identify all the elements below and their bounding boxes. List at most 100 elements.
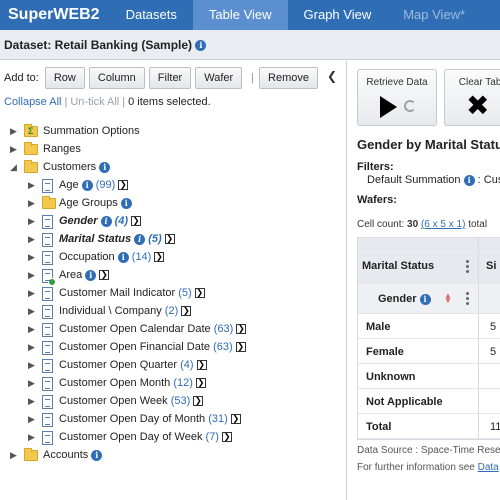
tree-item-gender[interactable]: ▶ Gender i (4) ❯ [0,213,340,231]
expand-values-icon[interactable]: ❯ [118,180,129,191]
customer-children: ▶ Age i (99) ❯ ▶ Age Groups i ▶ Gender i (4) … [0,177,340,447]
column-divider [478,339,479,363]
cell-count-value: 30 [407,219,419,230]
expand-arrow-icon[interactable]: ▶ [28,360,35,371]
remove-button[interactable]: Remove [259,67,318,89]
collapse-all-link[interactable]: Collapse All [4,96,61,108]
add-filter-button[interactable]: Filter [148,67,192,89]
collapse-panel-icon[interactable]: ❮ [327,69,337,83]
tree-item-area[interactable]: ▶ Area i ❯ [0,267,340,286]
info-icon[interactable]: i [195,40,207,52]
info-icon[interactable]: i [85,269,97,281]
info-icon[interactable]: i [463,174,475,186]
dataset-bar: Dataset: Retail Banking (Sample) i [0,30,500,60]
expand-arrow-icon[interactable]: ▶ [10,450,17,461]
table-row: Not Applicable [358,389,500,414]
tab-map-view: Map View* [403,7,466,22]
expand-arrow-icon[interactable]: ▶ [28,306,35,317]
expand-values-icon[interactable]: ❯ [164,234,175,245]
expand-arrow-icon[interactable]: ▶ [28,324,35,335]
tree-item-accounts[interactable]: ▶ Accounts i [0,447,340,465]
expand-values-icon[interactable]: ❯ [235,342,246,353]
expand-arrow-icon[interactable]: ▶ [28,342,35,353]
tree-item-age[interactable]: ▶ Age i (99) ❯ [0,177,340,195]
row-label[interactable]: Unknown [366,371,416,383]
row-label[interactable]: Female [366,346,404,358]
tree-item-occupation[interactable]: ▶ Occupation i (14) ❯ [0,249,340,267]
row-label[interactable]: Not Applicable [366,396,443,408]
expand-values-icon[interactable]: ❯ [194,288,205,299]
info-icon[interactable]: i [99,161,111,173]
col-header-gender[interactable]: Gender i [378,293,431,305]
cell-count-dims-link[interactable]: (6 x 5 x 1) [421,219,465,230]
info-icon[interactable]: i [134,233,146,245]
kebab-menu-icon[interactable] [466,292,470,306]
info-icon[interactable]: i [419,293,431,305]
info-icon[interactable]: i [91,449,103,461]
tree-item-customer-open-day-of-week[interactable]: ▶ Customer Open Day of Week (7) ❯ [0,429,340,447]
tree-item-label-wrap: Customer Open Day of Week (7) ❯ [59,431,233,443]
expand-values-icon[interactable]: ❯ [195,378,206,389]
tree-item-customer-mail-indicator[interactable]: ▶ Customer Mail Indicator (5) ❯ [0,285,340,303]
expand-arrow-icon[interactable]: ▶ [28,216,35,227]
tree-item-customer-open-financial-date[interactable]: ▶ Customer Open Financial Date (63) ❯ [0,339,340,357]
tree-item-customer-open-calendar-date[interactable]: ▶ Customer Open Calendar Date (63) ❯ [0,321,340,339]
expand-values-icon[interactable]: ❯ [99,270,110,281]
tree-item-customer-open-quarter[interactable]: ▶ Customer Open Quarter (4) ❯ [0,357,340,375]
expand-values-icon[interactable]: ❯ [222,432,233,443]
expand-arrow-icon[interactable]: ▶ [28,414,35,425]
expand-values-icon[interactable]: ❯ [193,396,204,407]
retrieve-data-button[interactable]: Retrieve Data [357,69,437,126]
tree-item-customer-open-week[interactable]: ▶ Customer Open Week (53) ❯ [0,393,340,411]
tree-item-marital-status[interactable]: ▶ Marital Status i (5) ❯ [0,231,340,249]
row-header-marital-status[interactable]: Marital Status [362,260,434,272]
expand-arrow-icon[interactable]: ▶ [28,432,35,443]
add-wafer-button[interactable]: Wafer [195,67,243,89]
expand-values-icon[interactable]: ❯ [236,324,247,335]
tree-item-age-groups[interactable]: ▶ Age Groups i [0,195,340,213]
tree-item-label: Customer Open Week [59,395,168,407]
expand-arrow-icon[interactable]: ▶ [10,126,17,137]
add-row-button[interactable]: Row [44,67,85,89]
tree-item-customers[interactable]: ◢ Customers i [0,159,340,177]
folder-icon [42,196,56,209]
tree-item-customer-open-day-of-month[interactable]: ▶ Customer Open Day of Month (31) ❯ [0,411,340,429]
clear-table-button[interactable]: Clear Table ✖ [444,69,500,126]
expand-arrow-icon[interactable]: ▶ [28,252,35,263]
info-icon[interactable]: i [81,179,93,191]
filter-entry: Default Summation i : Customers [367,174,500,186]
expand-arrow-icon[interactable]: ▶ [10,144,17,155]
collapse-arrow-icon[interactable]: ◢ [10,162,17,173]
row-label[interactable]: Male [366,321,390,333]
tree-item-customer-open-month[interactable]: ▶ Customer Open Month (12) ❯ [0,375,340,393]
tab-graph-view[interactable]: Graph View [288,0,388,30]
expand-values-icon[interactable]: ❯ [196,360,207,371]
expand-arrow-icon[interactable]: ▶ [28,180,35,191]
add-column-button[interactable]: Column [88,67,145,89]
tab-datasets[interactable]: Datasets [110,0,193,30]
tree-item-individual-company[interactable]: ▶ Individual \ Company (2) ❯ [0,303,340,321]
expand-arrow-icon[interactable]: ▶ [28,396,35,407]
sort-icon[interactable]: ▲ ▼ [444,292,452,305]
expand-values-icon[interactable]: ❯ [181,306,192,317]
info-icon[interactable]: i [100,215,112,227]
expand-arrow-icon[interactable]: ▶ [28,270,35,281]
kebab-menu-icon[interactable] [466,260,470,274]
document-icon [42,395,53,409]
tree-item-count: (53) [170,395,191,407]
expand-values-icon[interactable]: ❯ [154,252,165,263]
expand-arrow-icon[interactable]: ▶ [28,288,35,299]
expand-arrow-icon[interactable]: ▶ [28,378,35,389]
tree-item-summation-options[interactable]: ▶ Σ Summation Options [0,123,340,141]
row-label[interactable]: Total [366,421,391,433]
info-icon[interactable]: i [117,251,129,263]
info-icon[interactable]: i [120,197,132,209]
expand-values-icon[interactable]: ❯ [131,216,142,227]
add-toolbar: Add to: Row Column Filter Wafer | Remove [4,67,322,89]
tab-table-view[interactable]: Table View [192,0,288,30]
expand-arrow-icon[interactable]: ▶ [28,198,35,209]
expand-arrow-icon[interactable]: ▶ [28,234,35,245]
more-info-link[interactable]: Data [478,462,499,473]
tree-item-ranges[interactable]: ▶ Ranges [0,141,340,159]
expand-values-icon[interactable]: ❯ [230,414,241,425]
